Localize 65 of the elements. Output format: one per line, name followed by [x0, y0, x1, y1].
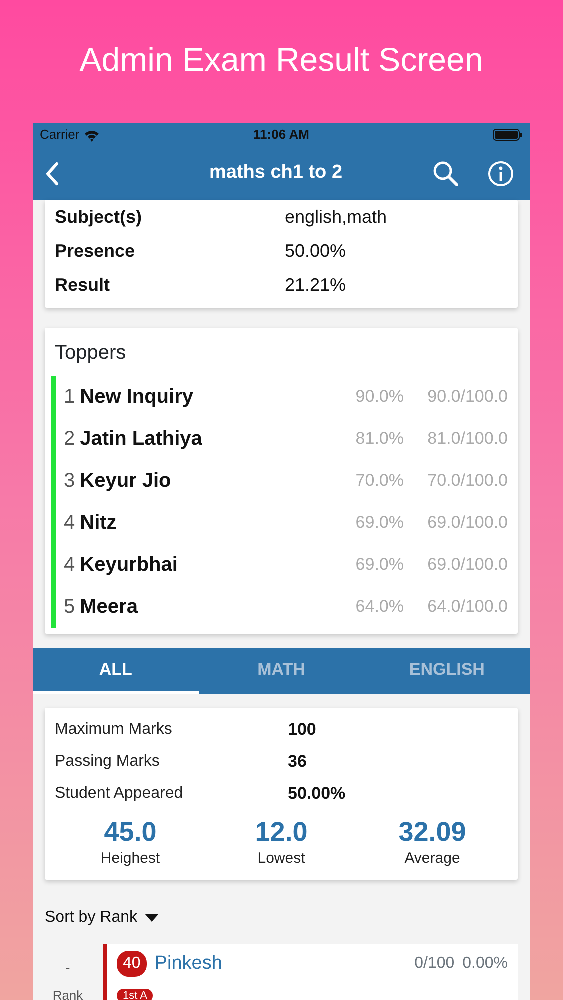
score: 70.0/100.0 [426, 470, 508, 492]
percentage: 69.0% [354, 512, 404, 534]
section-title: Toppers [54, 341, 128, 366]
rank-value: - [64, 959, 72, 978]
back-icon[interactable] [45, 162, 59, 186]
field-value: english,math [285, 206, 388, 229]
percentage: 81.0% [354, 428, 404, 450]
field-label: Subject(s) [55, 206, 144, 229]
score: 69.0/100.0 [426, 554, 508, 576]
student-name: Keyur Jio [80, 469, 172, 494]
student-name: Jatin Lathiya [80, 427, 204, 452]
tab[interactable]: ENGLISH [364, 648, 530, 694]
stat-value: 12.0 [254, 818, 309, 848]
rank-number: 5 [64, 595, 76, 620]
percentage: 70.0% [354, 470, 404, 492]
stat-value: 45.0 [103, 818, 158, 848]
student-name: New Inquiry [80, 385, 194, 410]
score: 64.0/100.0 [426, 596, 508, 618]
status-time: 11:06 AM [252, 126, 310, 144]
stat-label: Heighest [100, 848, 162, 869]
field-label: Passing Marks [55, 752, 161, 772]
sort-dropdown[interactable]: Sort by Rank [45, 906, 138, 930]
caret-icon[interactable] [145, 914, 160, 922]
student-name: Keyurbhai [80, 553, 179, 578]
student-name: Nitz [80, 511, 118, 536]
screen-title: maths ch1 to 2 [208, 161, 344, 186]
field-value: 100 [288, 719, 316, 742]
roll-number: 40 [117, 951, 147, 978]
score: 81.0/100.0 [426, 428, 508, 450]
field-label: Maximum Marks [55, 720, 174, 740]
field-value: 36 [288, 751, 307, 774]
grade-tag: 1st A [117, 988, 154, 1000]
headline: Admin Exam Result Screen [78, 40, 484, 80]
field-label: Presence [55, 240, 136, 262]
search-icon[interactable] [433, 161, 458, 186]
student-card[interactable]: 40 Pinkesh 0/100 0.00% 1st A [103, 944, 518, 1000]
student-name: Pinkesh [154, 952, 224, 976]
wifi-icon [84, 128, 100, 142]
stat-label: Lowest [256, 848, 306, 869]
rank-number: 3 [64, 469, 76, 494]
stat-label: Average [404, 848, 462, 869]
tab[interactable]: ALL [33, 648, 199, 694]
rank-number: 4 [64, 553, 76, 578]
score: 90.0/100.0 [426, 386, 508, 408]
field-label: Result [55, 274, 112, 296]
carrier-label: Carrier [40, 126, 80, 144]
percentage: 0.00% [462, 954, 508, 974]
rank-label: Rank [52, 986, 84, 1000]
field-value: 21.21% [285, 274, 346, 296]
percentage: 64.0% [354, 596, 404, 618]
score: 0/100 [414, 954, 455, 974]
rank-number: 2 [64, 427, 76, 452]
tab[interactable]: MATH [198, 648, 364, 694]
stat-value: 32.09 [398, 818, 468, 848]
field-label: Student Appeared [55, 784, 184, 804]
field-value: 50.00% [285, 240, 346, 262]
rank-number: 1 [64, 385, 76, 410]
field-value: 50.00% [288, 783, 346, 806]
percentage: 69.0% [354, 554, 404, 576]
battery-icon [493, 129, 523, 141]
rank-number: 4 [64, 511, 76, 536]
info-icon[interactable] [488, 160, 514, 186]
student-name: Meera [80, 595, 140, 620]
score: 69.0/100.0 [426, 512, 508, 534]
percentage: 90.0% [354, 386, 404, 408]
